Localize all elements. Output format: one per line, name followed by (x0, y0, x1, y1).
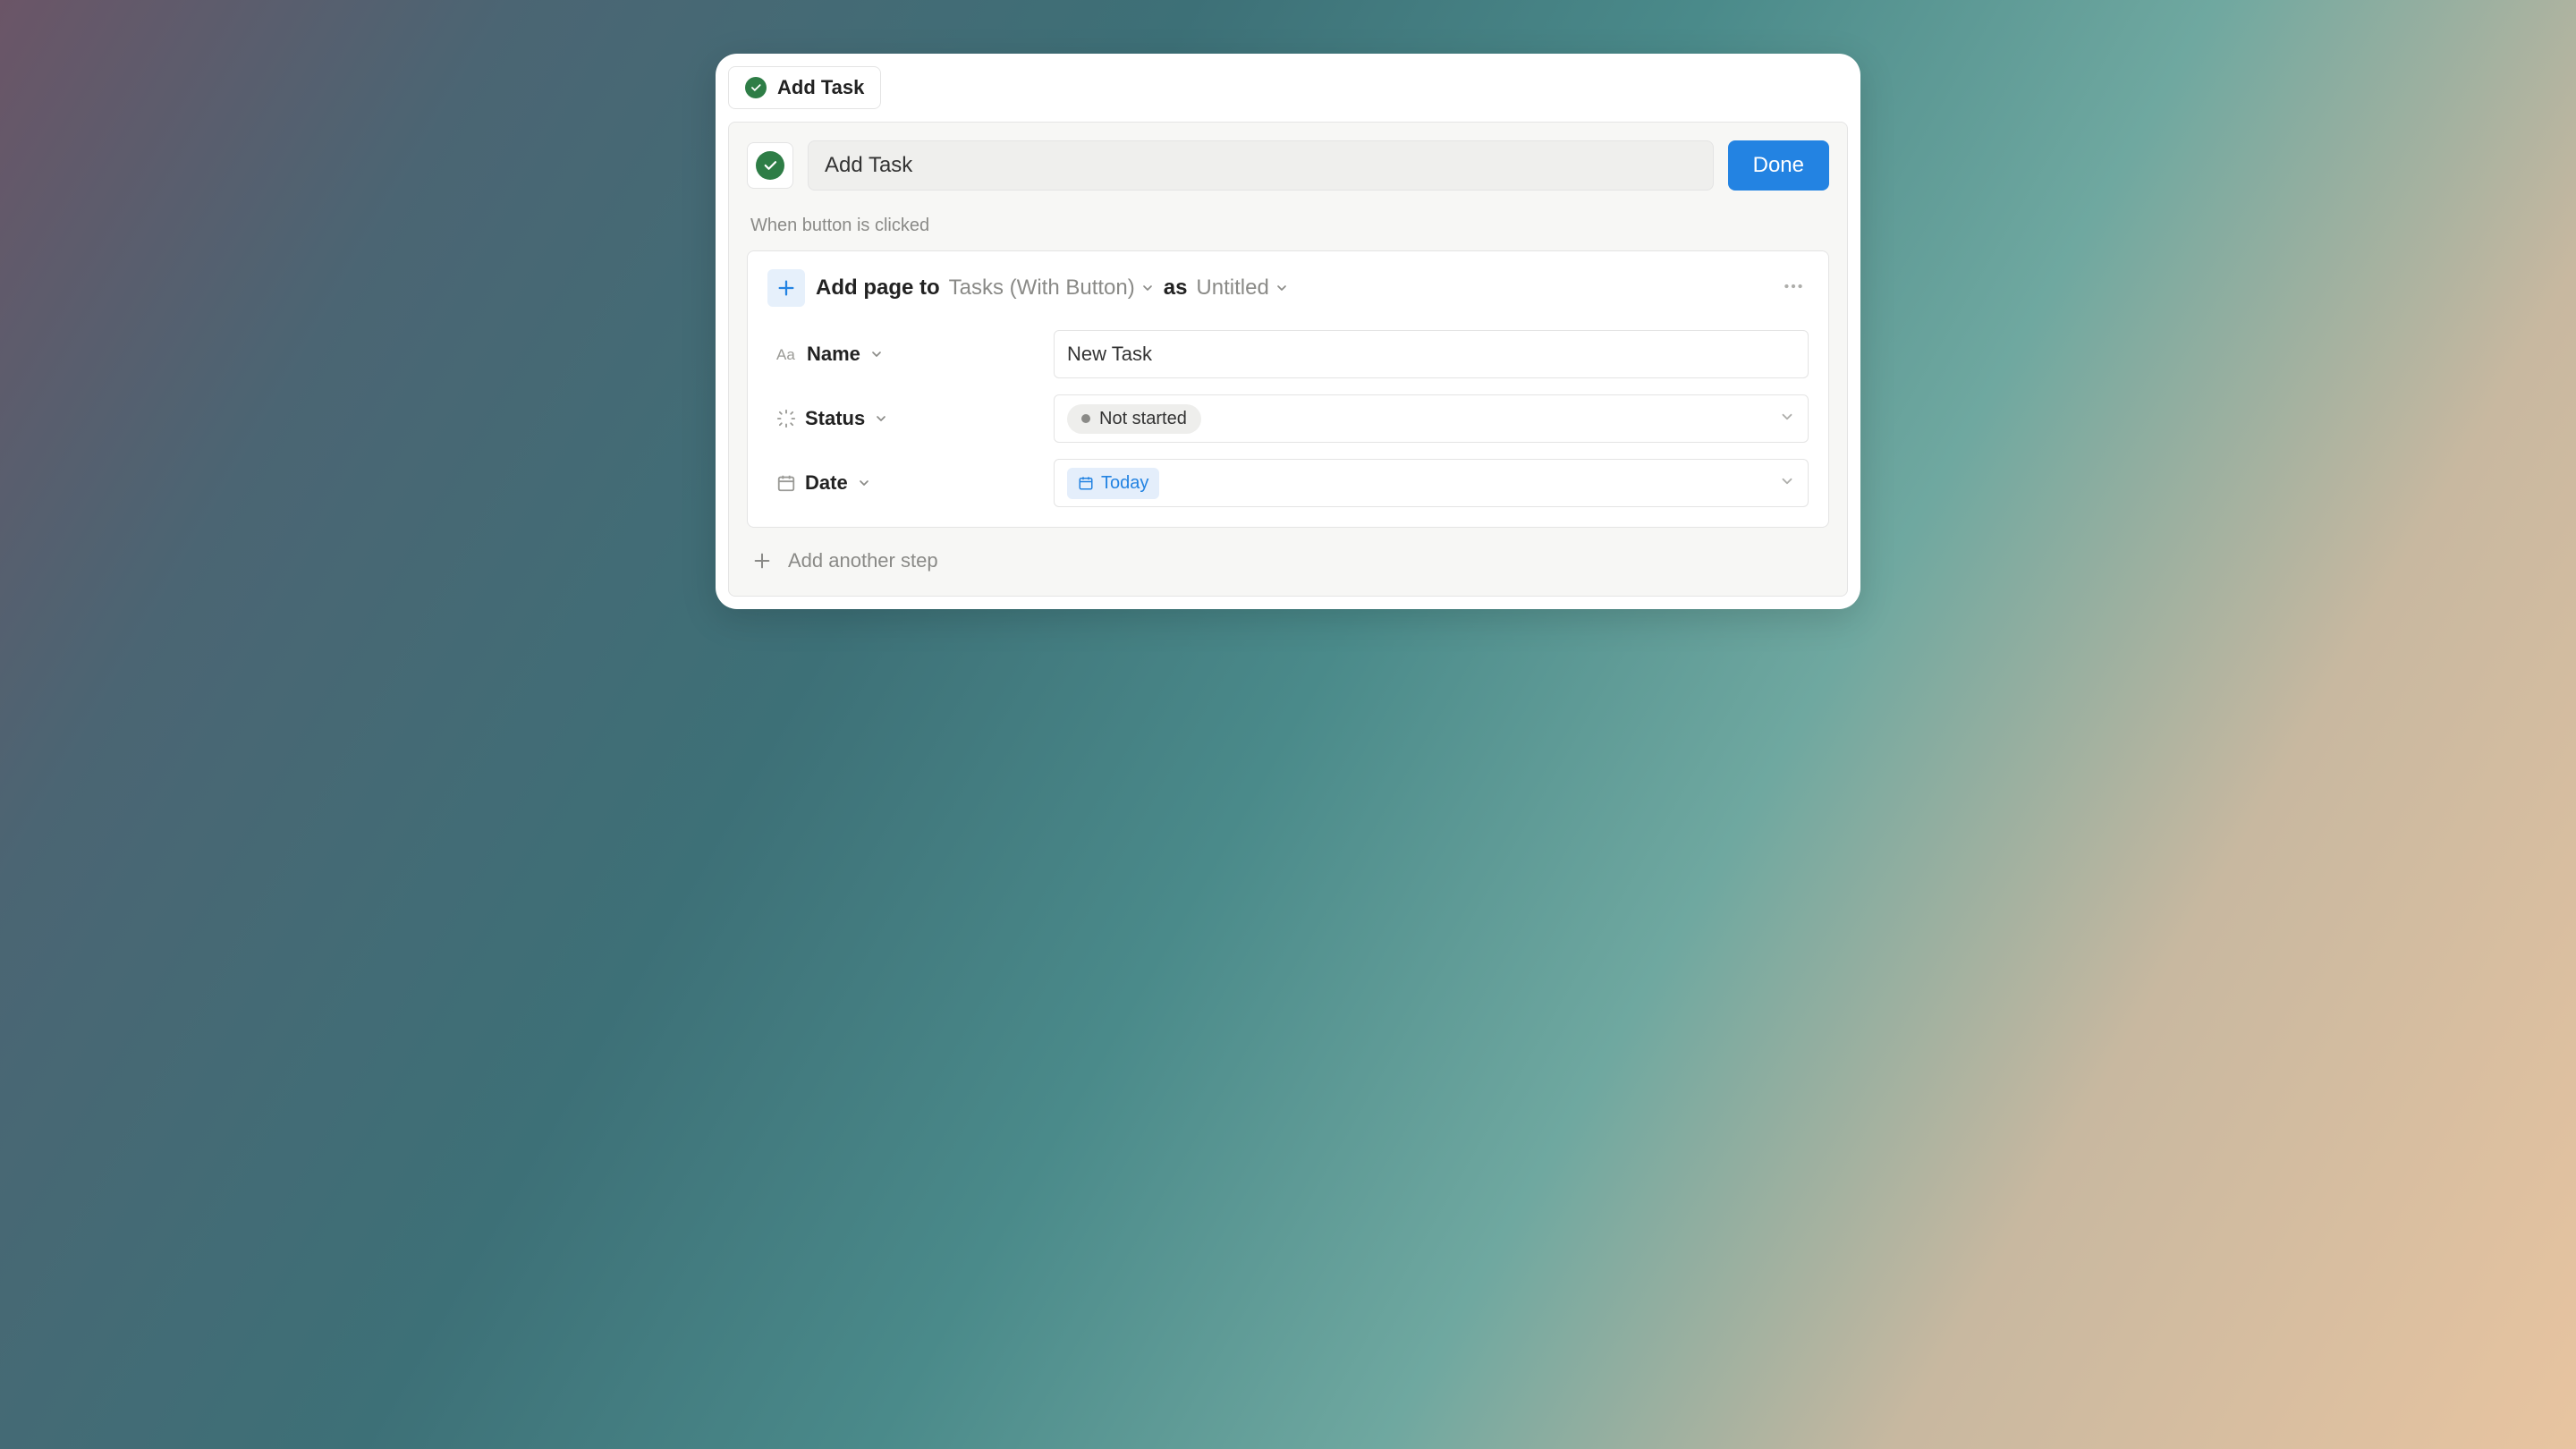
section-label: When button is clicked (747, 216, 1829, 236)
checkmark-circle-icon (745, 77, 767, 98)
chevron-down-icon (1779, 407, 1795, 430)
step-card: Add page to Tasks (With Button) as Untit… (747, 250, 1829, 528)
name-value-field[interactable]: New Task (1054, 330, 1809, 378)
step-header: Add page to Tasks (With Button) as Untit… (767, 269, 1809, 307)
chevron-down-icon (1779, 471, 1795, 495)
svg-text:Aa: Aa (776, 346, 795, 363)
button-config-panel: Add Task Done When button is clicked Add… (716, 54, 1860, 609)
chevron-down-icon (1140, 281, 1155, 295)
add-page-icon (767, 269, 805, 307)
target-database-dropdown[interactable]: Tasks (With Button) (949, 275, 1155, 301)
text-aa-icon: Aa (776, 343, 798, 365)
button-icon-picker[interactable] (747, 142, 793, 189)
add-step-label: Add another step (788, 549, 938, 572)
button-tab[interactable]: Add Task (728, 66, 881, 109)
property-label-name[interactable]: Aa Name (767, 343, 1036, 366)
plus-icon (752, 551, 772, 571)
tab-row: Add Task (728, 66, 1848, 109)
status-pill: Not started (1067, 404, 1201, 434)
property-row-status: Status Not started (767, 394, 1809, 443)
status-value-field[interactable]: Not started (1054, 394, 1809, 443)
as-label: as (1164, 275, 1188, 301)
date-value-field[interactable]: Today (1054, 459, 1809, 507)
name-row: Done (747, 140, 1829, 191)
property-label-date[interactable]: Date (767, 471, 1036, 495)
calendar-icon (1078, 475, 1094, 491)
step-title: Add page to Tasks (With Button) as Untit… (816, 275, 1289, 301)
property-label-status[interactable]: Status (767, 407, 1036, 430)
calendar-icon (776, 473, 796, 493)
chevron-down-icon (874, 411, 888, 426)
chevron-down-icon (857, 476, 871, 490)
property-row-name: Aa Name New Task (767, 330, 1809, 378)
date-chip: Today (1067, 468, 1159, 499)
done-button[interactable]: Done (1728, 140, 1829, 191)
status-spinner-icon (776, 409, 796, 428)
checkmark-circle-icon (756, 151, 784, 180)
property-row-date: Date Today (767, 459, 1809, 507)
page-title-dropdown[interactable]: Untitled (1196, 275, 1288, 301)
tab-label: Add Task (777, 76, 864, 99)
step-more-button[interactable] (1778, 271, 1809, 306)
status-dot-icon (1081, 414, 1090, 423)
editor-area: Done When button is clicked Add page to … (728, 122, 1848, 597)
chevron-down-icon (869, 347, 884, 361)
name-value: New Task (1067, 343, 1152, 366)
action-prefix: Add page to (816, 275, 940, 301)
button-name-input[interactable] (808, 140, 1714, 191)
add-another-step-button[interactable]: Add another step (747, 528, 1829, 578)
chevron-down-icon (1275, 281, 1289, 295)
